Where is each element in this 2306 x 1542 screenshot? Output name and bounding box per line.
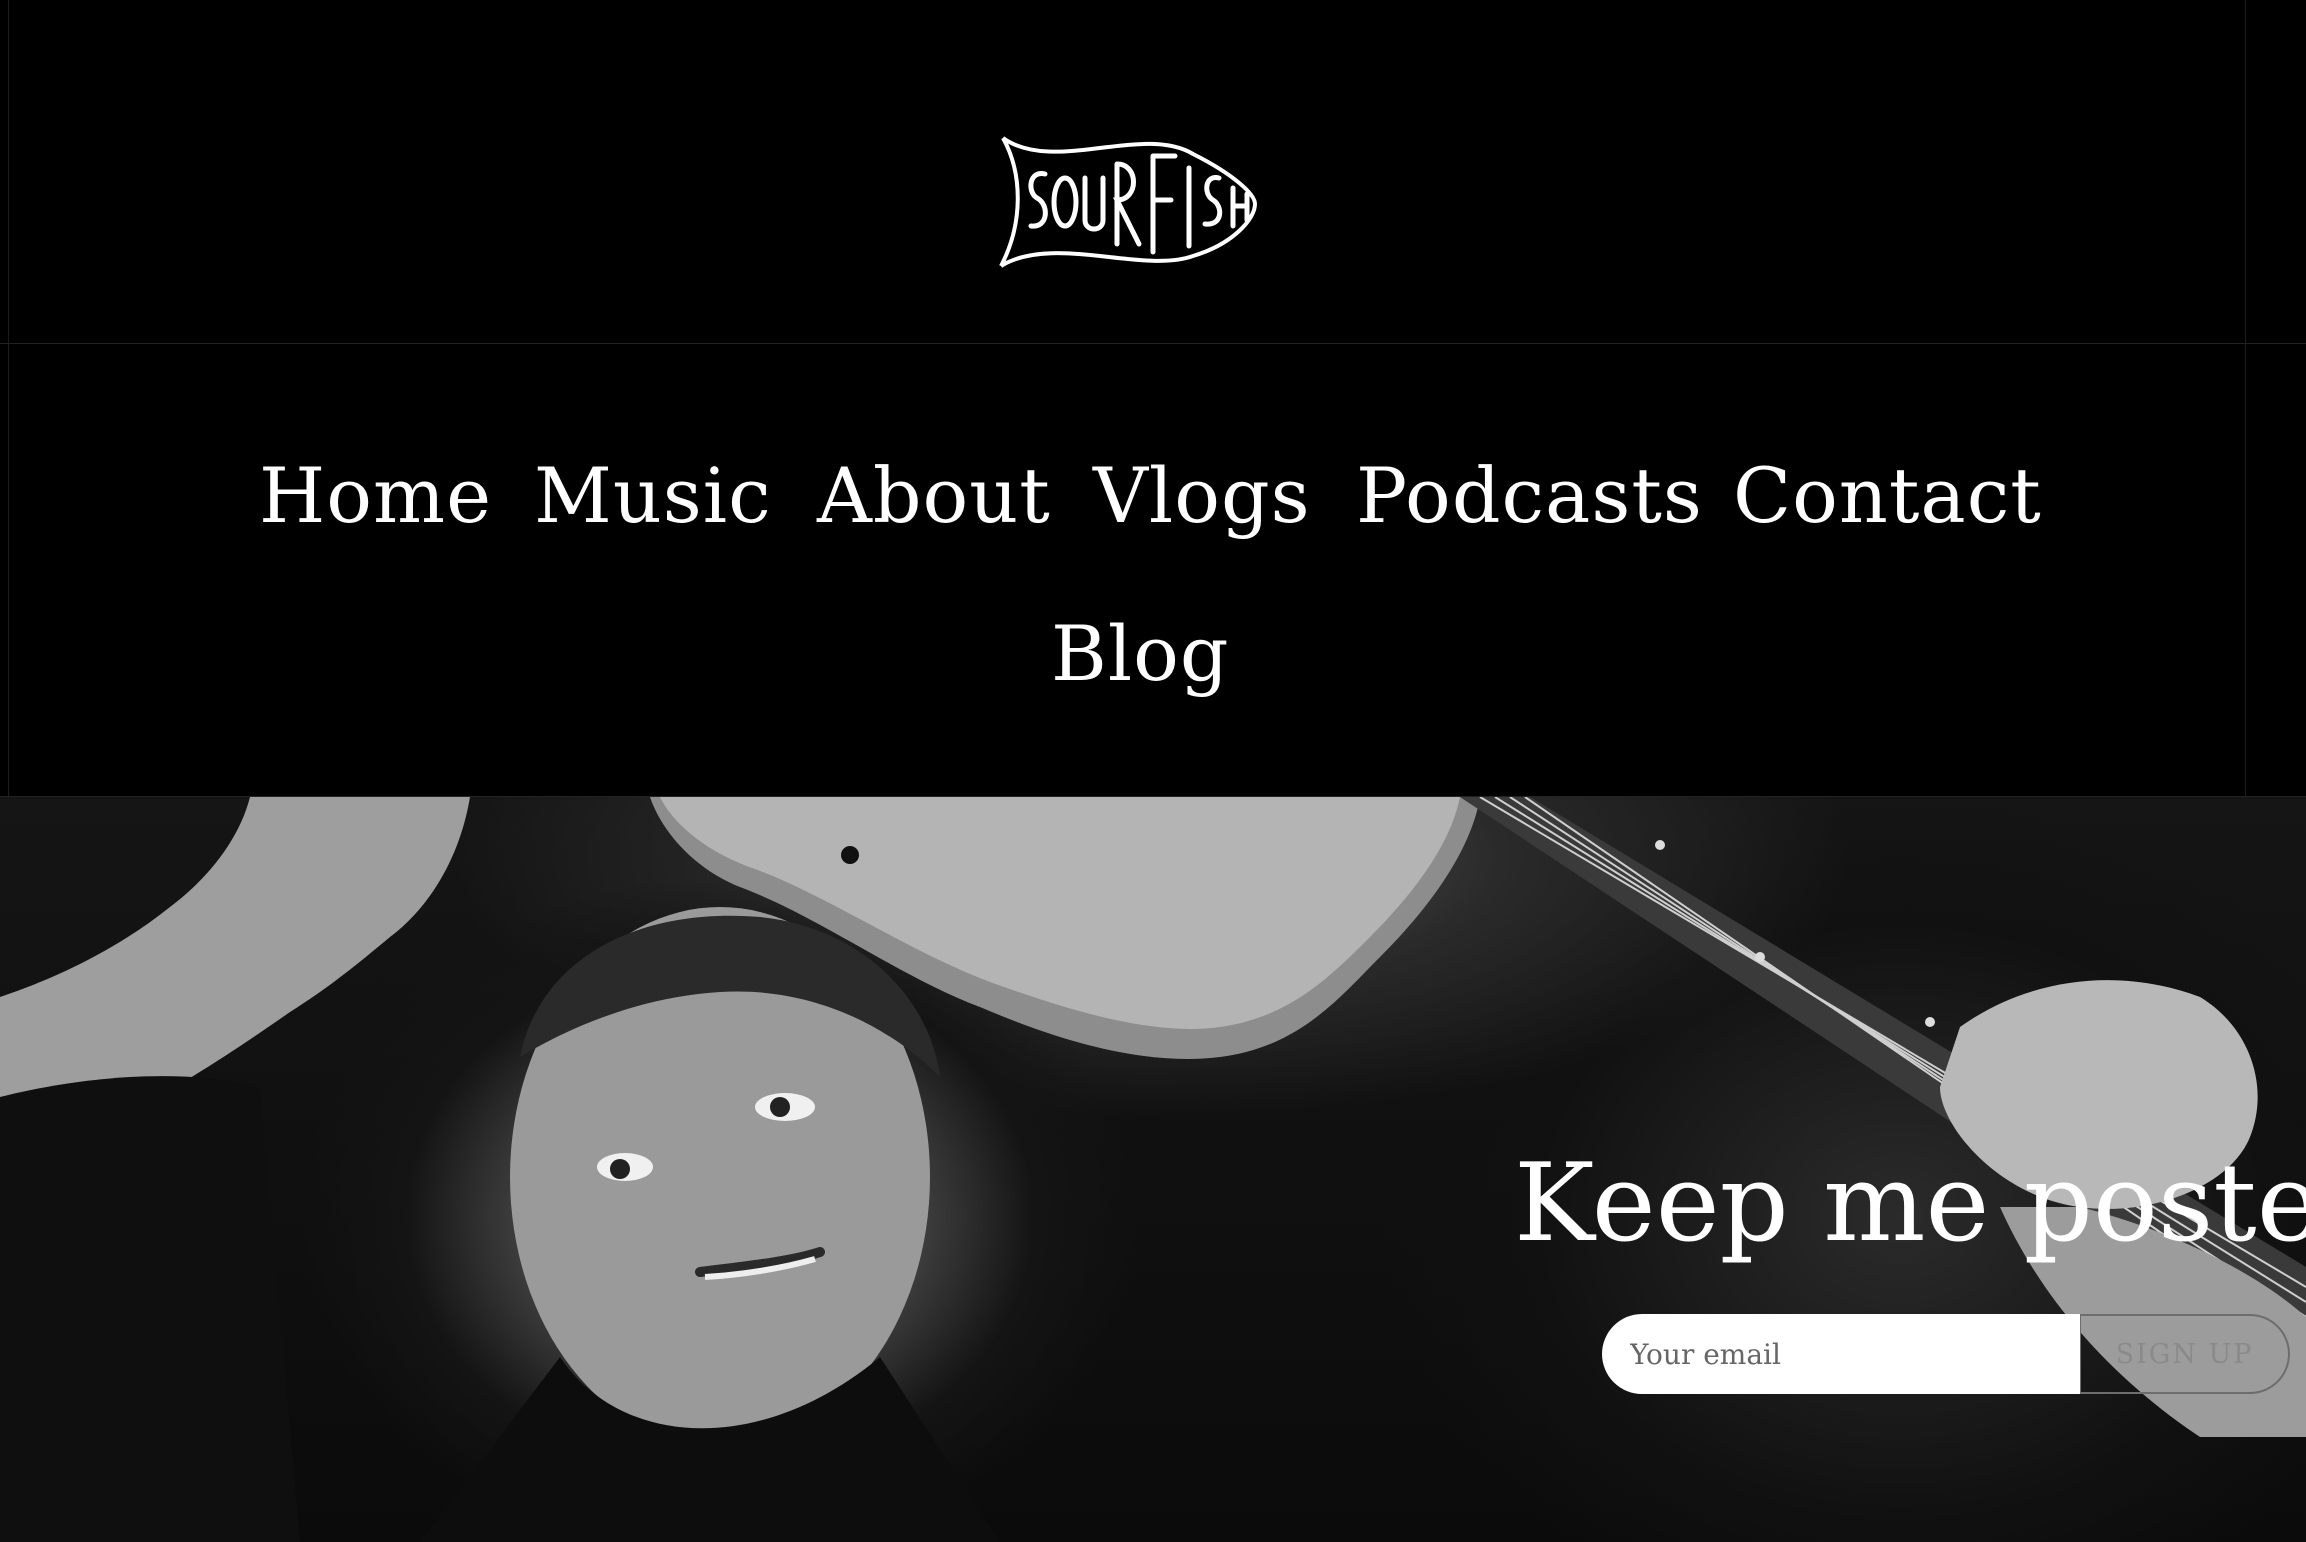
- nav-item-vlogs[interactable]: Vlogs: [1093, 458, 1311, 534]
- email-input[interactable]: [1602, 1314, 2080, 1394]
- fish-logo-icon: [999, 136, 1258, 268]
- site-header: [0, 0, 2306, 343]
- nav-item-podcasts[interactable]: Podcasts: [1356, 458, 1703, 534]
- page: Home Music About Vlogs Podcasts Contact …: [0, 0, 2306, 1542]
- nav-item-about[interactable]: About: [817, 458, 1051, 534]
- nav-item-blog[interactable]: Blog: [1051, 616, 1230, 692]
- nav-item-contact[interactable]: Contact: [1733, 458, 2042, 534]
- nav-item-home[interactable]: Home: [259, 458, 492, 534]
- signup-title: Keep me posted: [1514, 1141, 2306, 1266]
- nav-item-music[interactable]: Music: [534, 458, 772, 534]
- signup-form: SIGN UP: [1602, 1314, 2290, 1394]
- main-nav: Home Music About Vlogs Podcasts Contact …: [0, 344, 2306, 796]
- signup-button[interactable]: SIGN UP: [2080, 1314, 2290, 1394]
- site-logo[interactable]: [993, 134, 1259, 270]
